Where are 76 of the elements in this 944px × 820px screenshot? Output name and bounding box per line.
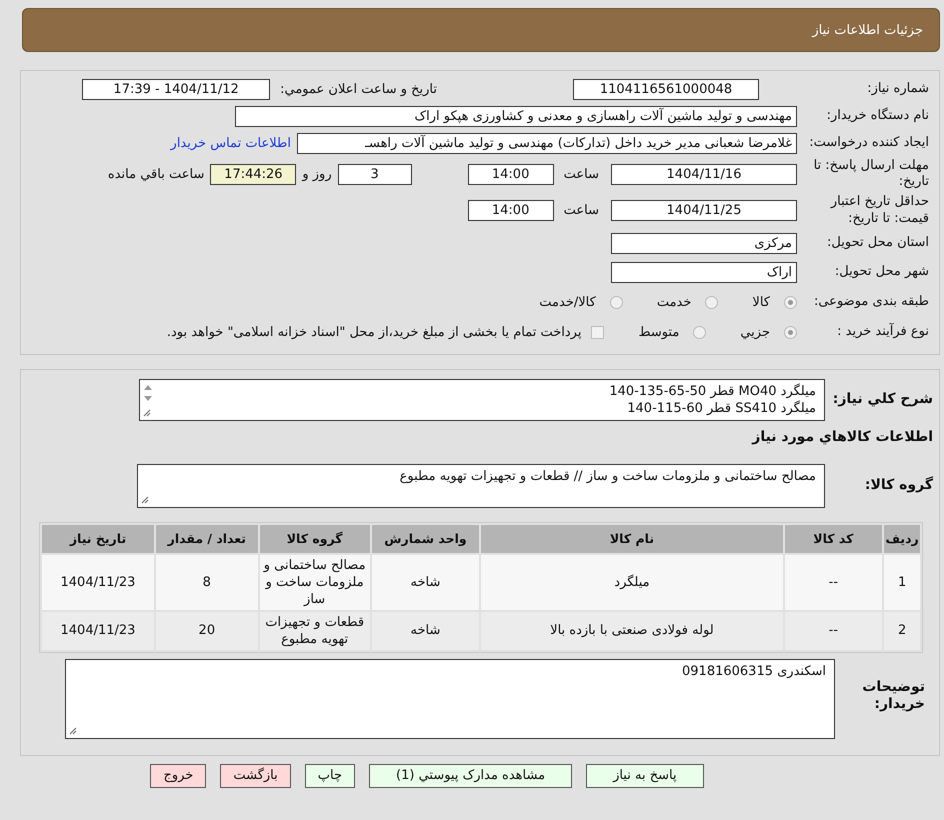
field-label: شماره نیاز: <box>866 80 929 98</box>
radio-label: متوسط <box>638 325 680 340</box>
field-label: شهر محل تحویل: <box>834 264 929 281</box>
field-label: ساعت باقي مانده <box>108 166 204 182</box>
field-label: حداقل تاریخ اعتبار قیمت: تا تاریخ: <box>829 194 929 227</box>
radio-button[interactable] <box>610 296 623 309</box>
province-field: مرکزی <box>611 233 797 254</box>
validity-time-field: 14:00 <box>468 200 554 221</box>
need-number-field: 1104116561000048 <box>573 78 759 100</box>
deadline-date-field: 1404/11/16 <box>611 164 797 185</box>
column-header: کد کالا <box>784 524 882 552</box>
table-cell: 2 <box>884 612 920 650</box>
buyer-org-field: مهندسی و تولید ماشین آلات راهسازی و معدنی و کشاورزی هپکو اراک <box>235 106 797 126</box>
action-button[interactable]: بازگشت <box>220 764 291 788</box>
radio-button[interactable] <box>784 326 797 339</box>
table-cell: -- <box>784 612 882 650</box>
field-label: مهلت ارسال پاسخ: تا تاریخ: <box>812 158 929 190</box>
buyer-notes-field[interactable]: اسکندری 09181606315 <box>65 658 835 738</box>
field-label: توضیحات خریدار: <box>861 678 926 714</box>
table-cell: 20 <box>156 612 258 650</box>
announce-date-field: 1404/11/12 - 17:39 <box>82 78 270 100</box>
radio-label: کالا/خدمت <box>539 295 596 310</box>
table-cell: شاخه <box>372 554 480 610</box>
field-label: استان محل تحویل: <box>826 235 929 252</box>
field-label: ایجاد کننده درخواست: <box>808 134 929 152</box>
field-label: تاریخ و ساعت اعلان عمومي: <box>280 82 437 96</box>
resize-grip-icon <box>141 496 149 504</box>
resize-grip-icon <box>69 726 77 734</box>
radio-label: کالا <box>752 295 770 310</box>
section-title: اطلاعات کالاهاي مورد نیاز <box>750 428 934 446</box>
field-label: نام دستگاه خریدار: <box>826 108 929 124</box>
description-field[interactable]: میلگرد MO40 قطر 50-65-135-140 میلگرد SS410 قطر 60-115-140 <box>139 378 825 420</box>
column-header: تاریخ نیاز <box>42 524 154 552</box>
table-cell: 1 <box>884 554 920 610</box>
field-label: روز و <box>302 166 332 182</box>
column-header: گروه کالا <box>260 524 370 552</box>
table-cell: 8 <box>156 554 258 610</box>
goods-group-field[interactable]: مصالح ساختمانی و ملزومات ساخت و ساز // قطعات و تجهیزات تهویه مطبوع <box>137 464 825 508</box>
radio-label: جزيي <box>740 325 770 340</box>
radio-button[interactable] <box>784 296 797 309</box>
action-button[interactable]: پاسخ به نیاز <box>586 764 704 788</box>
deadline-time-field: 14:00 <box>468 164 554 185</box>
table-cell: میلگرد <box>481 554 783 610</box>
resize-grip-icon <box>143 408 151 416</box>
field-label: ساعت <box>564 166 599 182</box>
column-header: نام کالا <box>481 524 783 552</box>
field-label: طبقه بندی موضوعی: <box>812 294 929 311</box>
column-header: ردیف <box>884 524 920 552</box>
radio-button[interactable] <box>705 296 718 309</box>
table-cell: شاخه <box>372 612 480 650</box>
remaining-time-field: 17:44:26 <box>210 164 296 185</box>
radio-button[interactable] <box>693 326 706 339</box>
field-label: گروه کالا: <box>864 476 934 494</box>
table-cell: -- <box>784 554 882 610</box>
field-label: نوع فرآیند خرید : <box>836 324 929 341</box>
action-button[interactable]: چاپ <box>304 764 355 788</box>
column-header: واحد شمارش <box>372 524 480 552</box>
table-cell: لوله فولادی صنعتی با بازده بالا <box>481 612 783 650</box>
radio-label: خدمت <box>656 295 692 310</box>
action-button[interactable]: خروج <box>150 764 206 788</box>
table-cell: قطعات و تجهیزات تهویه مطبوع <box>260 612 370 650</box>
checkbox-label: پرداخت تمام یا بخشی از مبلغ خرید،از محل "اسناد خزانه اسلامی" خواهد بود. <box>166 325 582 340</box>
field-label: ساعت <box>564 203 599 218</box>
action-button[interactable]: مشاهده مدارک پیوستي (1) <box>369 764 572 788</box>
page-title: جزئیات اطلاعات نیاز <box>812 22 923 38</box>
city-field: اراک <box>611 262 797 283</box>
checkbox[interactable] <box>591 326 604 339</box>
requester-field: غلامرضا شعبانی مدیر خرید داخل (تدارکات) مهندسی و تولید ماشین آلات راهسـ <box>297 132 797 154</box>
column-header: تعداد / مقدار <box>156 524 258 552</box>
buyer-contact-link[interactable]: اطلاعات تماس خریدار <box>170 136 291 150</box>
days-field: 3 <box>338 164 412 185</box>
validity-date-field: 1404/11/25 <box>611 200 797 221</box>
table-cell: 1404/11/23 <box>42 554 154 610</box>
table-cell: مصالح ساختمانی و ملزومات ساخت و ساز <box>260 554 370 610</box>
field-label: شرح کلي نیاز: <box>832 390 934 408</box>
table-cell: 1404/11/23 <box>42 612 154 650</box>
